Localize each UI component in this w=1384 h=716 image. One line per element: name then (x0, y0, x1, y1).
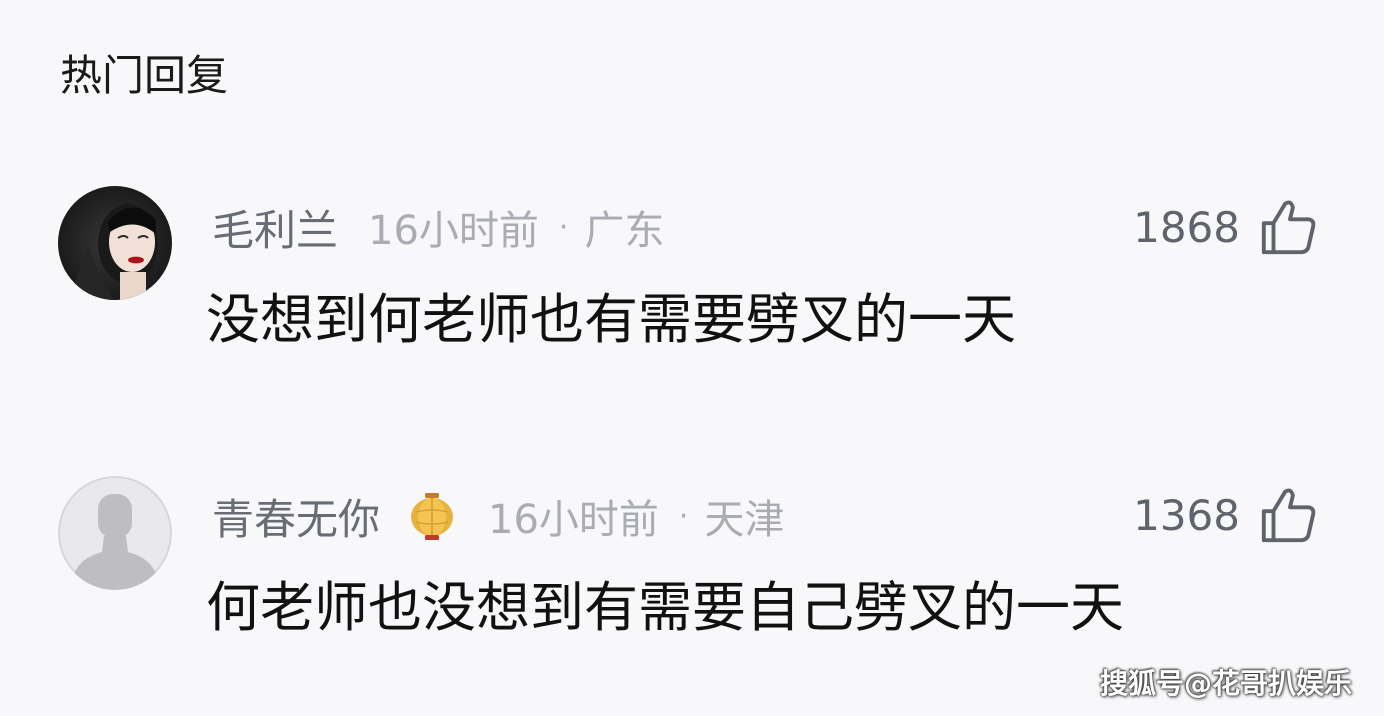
avatar[interactable] (58, 186, 172, 300)
watermark: 搜狐号@花哥扒娱乐 (1099, 667, 1352, 700)
thumbs-up-icon (1261, 488, 1316, 543)
avatar[interactable] (58, 476, 172, 590)
username[interactable]: 毛利兰 (212, 197, 338, 258)
portrait-photo-avatar (58, 186, 172, 300)
default-user-avatar (58, 476, 172, 590)
comment-location: 广东 (584, 208, 665, 254)
like-button[interactable]: 1868 (1133, 192, 1320, 262)
comment-text: 没想到何老师也有需要劈叉的一天 (206, 288, 1016, 351)
comment-time: 16小时前 (488, 497, 659, 543)
like-button[interactable]: 1368 (1133, 480, 1320, 550)
meta-separator: · (678, 498, 689, 534)
comment-meta: 毛利兰 16小时前 · 广东 (212, 197, 664, 257)
comment-location: 天津 (704, 497, 785, 543)
meta-separator: · (558, 209, 569, 245)
comment-meta: 青春无你 16小时前 · 天津 (212, 486, 784, 546)
section-title: 热门回复 (60, 51, 229, 100)
comment-text: 何老师也没想到有需要自己劈叉的一天 (206, 576, 1124, 639)
thumbs-up-icon (1261, 200, 1316, 255)
like-count: 1868 (1133, 202, 1240, 252)
like-count: 1368 (1133, 490, 1240, 540)
comment-time: 16小时前 (368, 208, 539, 254)
lantern-icon (411, 493, 454, 540)
username[interactable]: 青春无你 (212, 486, 380, 547)
